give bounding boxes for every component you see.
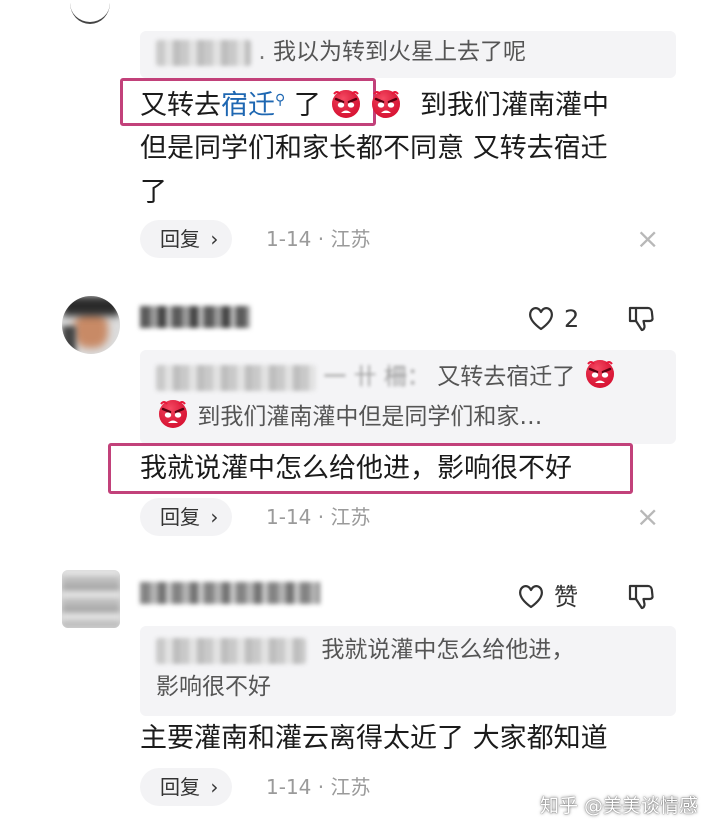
comment-text-line: 但是同学们和家长都不同意 又转去宿迁 — [140, 133, 608, 164]
comment-location: 江苏 — [330, 505, 371, 529]
comment-text: 我就说灌中怎么给他进，影响很不好 — [140, 453, 572, 484]
reply-button[interactable]: 回复 › — [140, 768, 233, 806]
chevron-right-icon: › — [210, 775, 219, 799]
comment-date: 1-14 — [266, 505, 312, 529]
quote-line: 一 卄 柵： 又转去宿迁了 — [156, 356, 676, 396]
comment-text-line: 了 — [140, 177, 167, 208]
comment-text-part: 又转去 — [140, 90, 221, 121]
quote-line: 影响很不好 — [156, 674, 271, 700]
comment-location: 江苏 — [330, 227, 371, 251]
search-link-suqian[interactable]: 宿迁 — [221, 90, 275, 121]
blurred-username — [156, 637, 306, 664]
quote-line: 到我们灌南灌中但是同学们和家… — [156, 396, 676, 436]
comment-text-part: 到我们灌南灌中 — [420, 90, 610, 121]
thumbs-down-icon[interactable] — [626, 581, 656, 611]
comment-meta: 1-14 · 江苏 — [266, 498, 370, 536]
separator: · — [317, 227, 325, 251]
close-icon[interactable]: × — [636, 502, 659, 532]
heart-icon[interactable] — [516, 581, 546, 611]
blurred-username — [156, 364, 316, 391]
quote-text: 我就说灌中怎么给他进， — [321, 637, 575, 663]
angry-face-emoji-icon — [156, 396, 190, 430]
quote-text: 又转去宿迁了 — [437, 364, 576, 390]
close-icon[interactable]: × — [636, 224, 659, 254]
quote-text: 我以为转到火星上去了呢 — [272, 39, 526, 65]
comment-text: 又转去宿迁⚲ 了 到我们灌南灌中 — [140, 78, 609, 128]
blurred-username — [140, 582, 320, 604]
comment-text: 主要灌南和灌云离得太近了 大家都知道 — [140, 723, 608, 754]
thumbs-down-icon[interactable] — [626, 303, 656, 333]
like-label: 赞 — [554, 583, 578, 611]
blurred-username-tail: 一 卄 柵： — [323, 364, 430, 390]
avatar[interactable] — [62, 296, 120, 354]
comment-date: 1-14 — [266, 227, 312, 251]
chevron-right-icon: › — [210, 505, 219, 529]
chevron-right-icon: › — [210, 227, 219, 251]
angry-face-emoji-icon — [329, 86, 363, 120]
reply-button[interactable]: 回复 › — [140, 498, 233, 536]
watermark: 知乎 @美美谈情感 — [539, 795, 698, 817]
avatar-partial — [70, 0, 110, 24]
quoted-comment[interactable]: 一 卄 柵： 又转去宿迁了 到我们灌南灌中但是同学们和家… — [140, 350, 676, 444]
comment-text-part: 了 — [293, 90, 321, 121]
heart-icon[interactable] — [526, 303, 556, 333]
quote-text: 到我们灌南灌中但是同学们和家… — [197, 404, 543, 430]
separator: · — [317, 505, 325, 529]
comment-meta: 1-14 · 江苏 — [266, 768, 370, 806]
quoted-comment[interactable]: . 我以为转到火星上去了呢 — [140, 31, 676, 78]
reply-label: 回复 — [160, 227, 200, 251]
quote-line: 我就说灌中怎么给他进， — [156, 632, 676, 669]
comment-meta: 1-14 · 江苏 — [266, 220, 370, 258]
blurred-username — [140, 306, 250, 328]
reply-label: 回复 — [160, 775, 200, 799]
search-icon[interactable]: ⚲ — [275, 92, 285, 108]
blurred-username — [156, 39, 251, 66]
like-count: 2 — [564, 305, 580, 333]
angry-face-emoji-icon — [369, 86, 403, 120]
reply-button[interactable]: 回复 › — [140, 220, 233, 258]
comment-date: 1-14 — [266, 775, 312, 799]
quoted-comment[interactable]: 我就说灌中怎么给他进， 影响很不好 — [140, 626, 676, 716]
reply-label: 回复 — [160, 505, 200, 529]
comment-location: 江苏 — [330, 775, 371, 799]
angry-face-emoji-icon — [583, 356, 617, 390]
avatar[interactable] — [62, 570, 120, 628]
separator: · — [317, 775, 325, 799]
